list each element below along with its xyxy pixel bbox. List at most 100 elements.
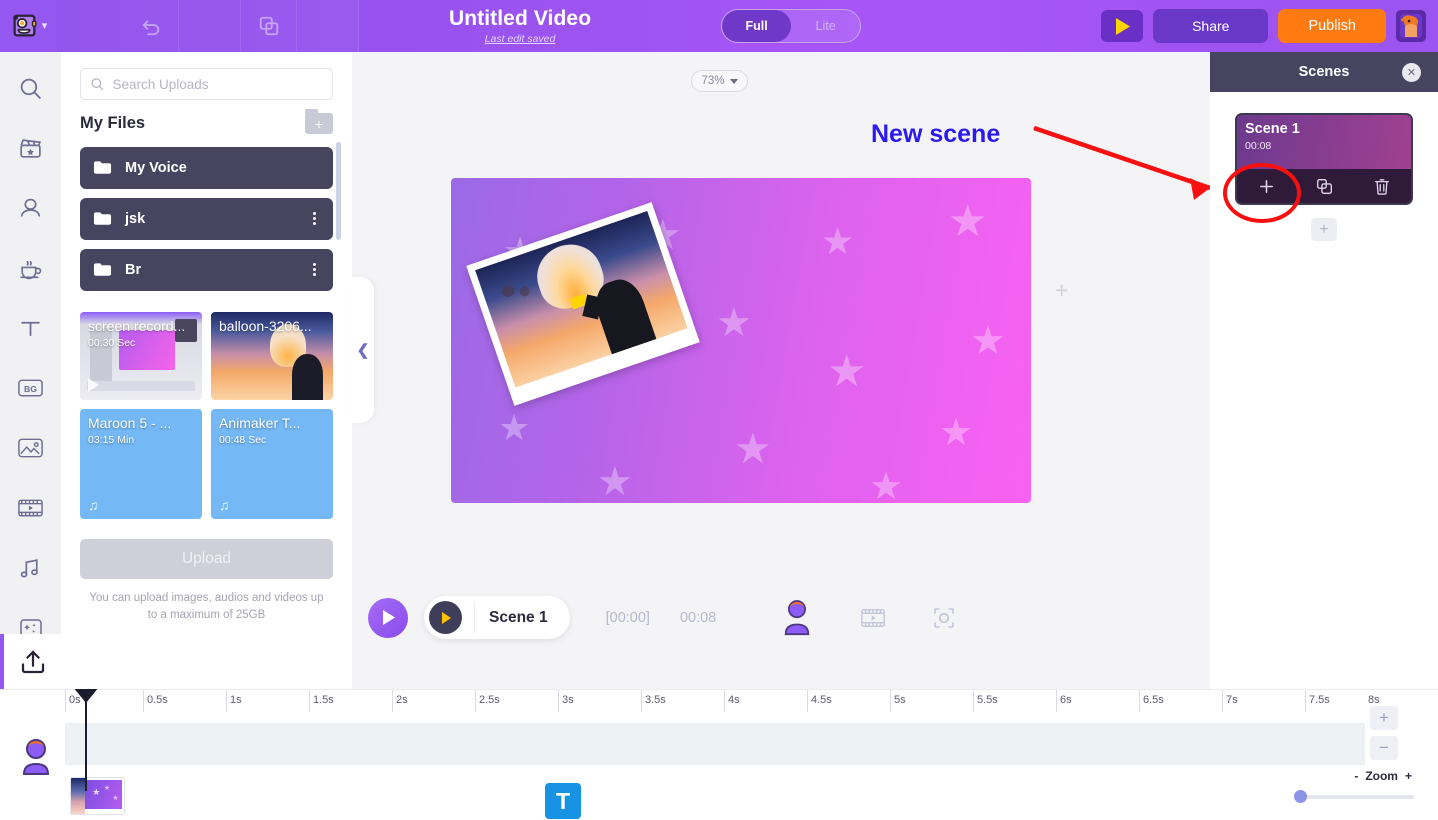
media-name: Animaker T... [219,415,301,431]
zoom-slider-knob[interactable] [1294,790,1307,803]
sidebar-item-search[interactable] [0,58,61,118]
media-card-screen-record[interactable]: screen record... 00:30 Sec [80,312,202,400]
add-scene-button[interactable] [1237,169,1295,203]
star-decoration: ★ [92,787,101,798]
timeline-clip-scene[interactable]: ★ ★ ★ [70,777,125,815]
upload-button[interactable]: Upload [80,539,333,579]
tab-lite[interactable]: Lite [791,10,860,42]
add-scene-below-button[interactable]: + [1311,218,1337,241]
user-avatar-icon [1400,14,1422,38]
character-icon [20,198,41,217]
header-actions: Share Publish [1101,9,1426,43]
sidebar-item-text[interactable] [0,298,61,358]
zoom-out-button[interactable]: − [1370,736,1398,760]
sidebar-item-videos[interactable] [0,478,61,538]
sidebar-item-scenes[interactable] [0,118,61,178]
video-icon [861,608,886,627]
current-scene-chip[interactable]: Scene 1 [424,596,570,639]
timeline-clip-text[interactable]: T [545,783,581,819]
play-button[interactable] [368,597,408,638]
sidebar-item-uploads[interactable] [0,634,61,689]
uploads-panel: My Files + My Voice jsk Br [61,52,352,689]
zoom-slider[interactable] [1294,790,1414,804]
annotation-label: New scene [871,120,1001,148]
scene-play-button[interactable] [429,601,462,634]
zoom-label-row: - Zoom + [1294,769,1414,783]
avatar[interactable] [1396,10,1426,42]
star-decoration: ★ [103,784,111,792]
collapse-panel-button[interactable]: ❮ [352,277,374,423]
logo-button[interactable]: ▾ [0,0,56,52]
tick-label: 1s [226,690,242,712]
duplicate-scene-button[interactable] [1295,169,1353,203]
undo-icon [141,20,159,36]
star-decoration: ★ [498,407,531,448]
image-icon [18,438,43,458]
player-controls: Scene 1 [00:00] 00:08 [352,575,1210,660]
sidebar-item-background[interactable]: BG [0,358,61,418]
tick-label: 1.5s [309,690,334,712]
tick-label: 4.5s [807,690,832,712]
share-button[interactable]: Share [1153,9,1269,43]
tab-full[interactable]: Full [722,10,792,42]
undo-button[interactable] [123,0,179,52]
timeline: 0s 0.5s 1s 1.5s 2s 2.5s 3s 3.5s 4s 4.5s … [0,687,1438,820]
publish-button[interactable]: Publish [1278,9,1386,43]
zoom-plus-label[interactable]: + [1405,769,1412,783]
duplicate-button[interactable] [241,0,297,52]
music-icon [20,558,38,577]
new-folder-button[interactable]: + [305,109,333,134]
caret-down-icon [729,78,738,84]
preview-play-button[interactable] [1101,10,1144,42]
media-card-balloon[interactable]: balloon-3206... [211,312,333,400]
zoom-slider-rail[interactable] [1294,795,1414,799]
sidebar-item-props[interactable] [0,238,61,298]
timeline-ruler[interactable]: 0s 0.5s 1s 1.5s 2s 2.5s 3s 3.5s 4s 4.5s … [65,690,1380,712]
tick-label: 5s [890,690,906,712]
sidebar-item-characters[interactable] [0,178,61,238]
character-track-button[interactable] [780,598,814,638]
scene-card-1[interactable]: Scene 1 00:08 [1235,113,1413,205]
search-input[interactable] [112,76,323,92]
sidebar-item-images[interactable] [0,418,61,478]
folder-name: My Voice [125,160,187,176]
star-decoration: ★ [939,412,974,454]
user-avatar-icon [22,739,50,775]
folder-menu-icon[interactable] [308,211,320,227]
music-icon: ♫ [88,497,99,513]
media-card-animaker-track[interactable]: Animaker T... 00:48 Sec ♫ [211,409,333,519]
user-avatar-button[interactable] [14,735,58,779]
tick-label: 7s [1222,690,1238,712]
playhead[interactable] [73,687,99,791]
folder-row-br[interactable]: Br [80,249,333,291]
last-saved-label[interactable]: Last edit saved [485,33,556,45]
media-grid: screen record... 00:30 Sec balloon-3206.… [80,312,333,519]
add-element-placeholder[interactable]: + [1055,277,1068,304]
zoom-in-button[interactable]: + [1370,706,1398,730]
timeline-track-row[interactable] [65,723,1365,765]
top-header: ▾ Untitled Video Last edit saved Full Li… [0,0,1438,52]
search-box[interactable] [80,68,333,100]
bg-icon: BG [18,379,43,397]
folder-row-my-voice[interactable]: My Voice [80,147,333,189]
folder-icon [93,263,112,276]
video-track-button[interactable] [860,607,886,629]
media-card-maroon5[interactable]: Maroon 5 - ... 03:15 Min ♫ [80,409,202,519]
canvas-zoom-selector[interactable]: 73% [691,70,748,92]
app-root: ▾ Untitled Video Last edit saved Full Li… [0,0,1438,820]
tick-label: 5.5s [973,690,998,712]
close-scenes-button[interactable]: ✕ [1402,62,1421,82]
trash-icon [1375,178,1389,195]
panel-scrollbar[interactable] [336,142,341,240]
zoom-minus-label[interactable]: - [1354,769,1358,783]
sidebar-item-music[interactable] [0,538,61,598]
mode-toggle[interactable]: Full Lite [721,9,862,43]
scenes-panel-header: Scenes ✕ [1210,52,1438,92]
canvas-stage[interactable]: ★ ★ ★ ★ ★ ★ ★ ★ ★ ★ ★ ★ [451,178,1031,503]
crop-button[interactable] [932,606,956,630]
folder-row-jsk[interactable]: jsk [80,198,333,240]
folder-menu-icon[interactable] [308,262,320,278]
scenes-panel: Scenes ✕ Scene 1 00:08 + [1210,52,1438,689]
delete-scene-button[interactable] [1353,169,1411,203]
folder-list: My Voice jsk Br [80,147,333,291]
